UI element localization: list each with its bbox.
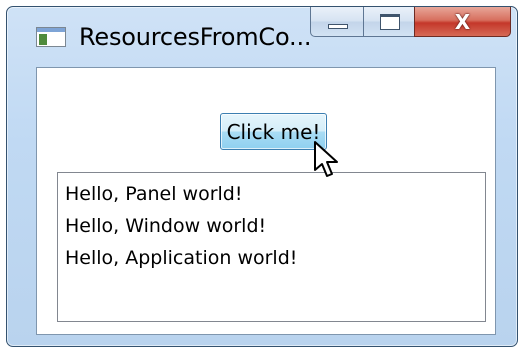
window-content: Click me! Hello, Panel world! Hello, Win… — [36, 67, 496, 335]
icon-title-strip — [37, 28, 65, 32]
screen: ResourcesFromCo... X Click me! Hello, Pa… — [0, 0, 526, 354]
minimize-icon — [328, 24, 348, 29]
list-item-window[interactable]: Hello, Window world! — [65, 210, 478, 242]
mouse-pointer-icon — [314, 141, 338, 177]
application-window: ResourcesFromCo... X Click me! Hello, Pa… — [6, 6, 518, 347]
close-button[interactable]: X — [414, 7, 511, 37]
maximize-button[interactable] — [363, 7, 415, 37]
close-icon: X — [454, 9, 471, 34]
title-bar[interactable]: ResourcesFromCo... X — [7, 7, 517, 61]
click-me-button[interactable]: Click me! — [220, 113, 327, 150]
window-title: ResourcesFromCo... — [79, 23, 312, 51]
minimize-button[interactable] — [310, 7, 364, 37]
greetings-list[interactable]: Hello, Panel world! Hello, Window world!… — [57, 172, 486, 322]
list-item-application[interactable]: Hello, Application world! — [65, 242, 478, 274]
maximize-icon — [380, 14, 400, 30]
list-item-panel[interactable]: Hello, Panel world! — [65, 178, 478, 210]
application-window-icon[interactable] — [36, 27, 66, 47]
caption-buttons: X — [310, 7, 511, 37]
icon-pane — [39, 34, 47, 45]
